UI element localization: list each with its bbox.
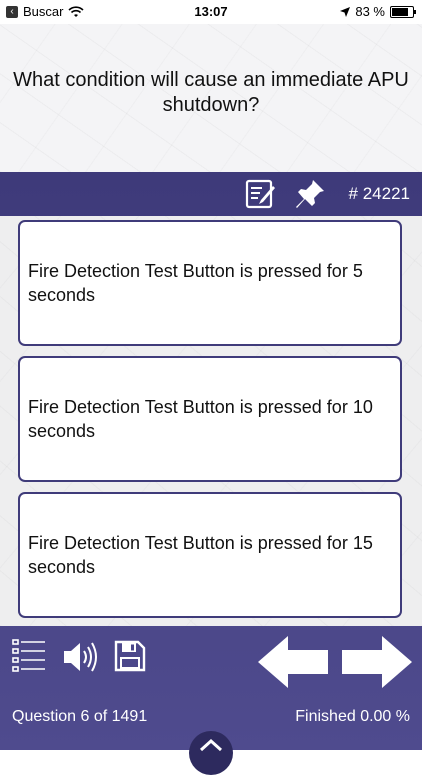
list-icon[interactable]: [12, 638, 46, 678]
question-number: # 24221: [348, 184, 410, 203]
question-toolbar: # 24221: [0, 172, 422, 216]
finished-percent: Finished 0.00 %: [295, 708, 410, 725]
answer-text: Fire Detection Test Button is pressed fo…: [28, 397, 373, 441]
speaker-icon[interactable]: [62, 640, 98, 674]
previous-arrow-icon[interactable]: [258, 636, 328, 688]
pin-icon[interactable]: [294, 178, 326, 210]
save-icon[interactable]: [114, 640, 146, 672]
answer-text: Fire Detection Test Button is pressed fo…: [28, 533, 373, 577]
answers-area: Fire Detection Test Button is pressed fo…: [0, 216, 422, 626]
main-panel: # 24221 Fire Detection Test Button is pr…: [0, 172, 422, 775]
status-right: 83 %: [340, 4, 416, 19]
status-bar: ‹ Buscar 13:07 83 %: [0, 0, 422, 24]
answer-option-2[interactable]: Fire Detection Test Button is pressed fo…: [18, 356, 402, 482]
location-arrow-icon: [340, 6, 351, 17]
bottom-toolbar: [0, 634, 422, 704]
expand-button[interactable]: [189, 731, 233, 775]
answer-option-1[interactable]: Fire Detection Test Button is pressed fo…: [18, 220, 402, 346]
battery-icon: [390, 5, 416, 18]
question-progress: Question 6 of 1491: [12, 708, 148, 725]
question-text: What condition will cause an immediate A…: [13, 69, 409, 116]
question-panel: What condition will cause an immediate A…: [0, 24, 422, 173]
next-arrow-icon[interactable]: [342, 636, 412, 688]
answer-text: Fire Detection Test Button is pressed fo…: [28, 261, 363, 305]
battery-percent: 83 %: [355, 4, 385, 19]
notes-icon[interactable]: [244, 178, 276, 210]
progress-footer: Question 6 of 1491 Finished 0.00 %: [0, 704, 422, 775]
answer-option-3[interactable]: Fire Detection Test Button is pressed fo…: [18, 492, 402, 618]
